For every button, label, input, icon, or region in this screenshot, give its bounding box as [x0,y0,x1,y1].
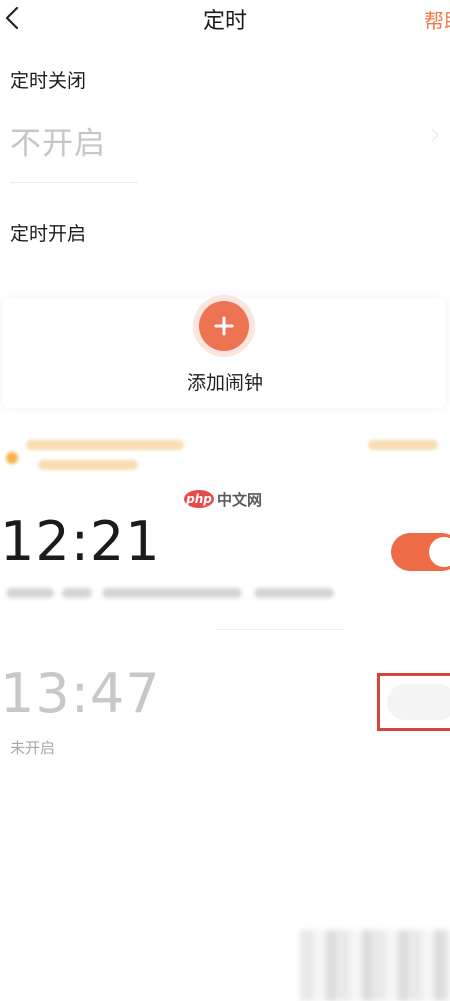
watermark-text: 中文网 [217,490,263,509]
divider [215,629,345,630]
timer-screen: 定时 帮助 定时关闭 不开启 定时开启 添加闹钟 php 中文网 12:21 [0,0,450,1001]
alarm-time[interactable]: 13:47 [0,662,161,725]
timer-off-label: 定时关闭 [10,70,87,92]
highlight-box [377,673,450,731]
help-link[interactable]: 帮助 [424,5,450,34]
plus-icon [214,316,234,336]
warning-dot-icon [6,452,18,464]
alarm-repeat-info [6,586,336,600]
blurred-area [300,930,450,1001]
watermark-badge: php [184,490,214,508]
timer-off-value[interactable]: 不开启 [10,118,106,163]
notice-banner [6,430,446,480]
add-alarm-label[interactable]: 添加闹钟 [0,368,450,395]
top-bar: 定时 帮助 [0,0,450,40]
toggle-knob [429,537,450,567]
add-alarm-button-core [199,301,249,351]
chevron-right-icon [431,128,440,142]
alarm-status: 未开启 [10,739,56,757]
timer-on-label: 定时开启 [10,223,87,245]
divider [10,182,138,183]
watermark-logo: php 中文网 [184,488,262,510]
add-alarm-button[interactable] [193,295,255,357]
page-title: 定时 [202,9,247,34]
alarm-toggle-on[interactable] [391,533,450,571]
alarm-time[interactable]: 12:21 [0,510,161,573]
